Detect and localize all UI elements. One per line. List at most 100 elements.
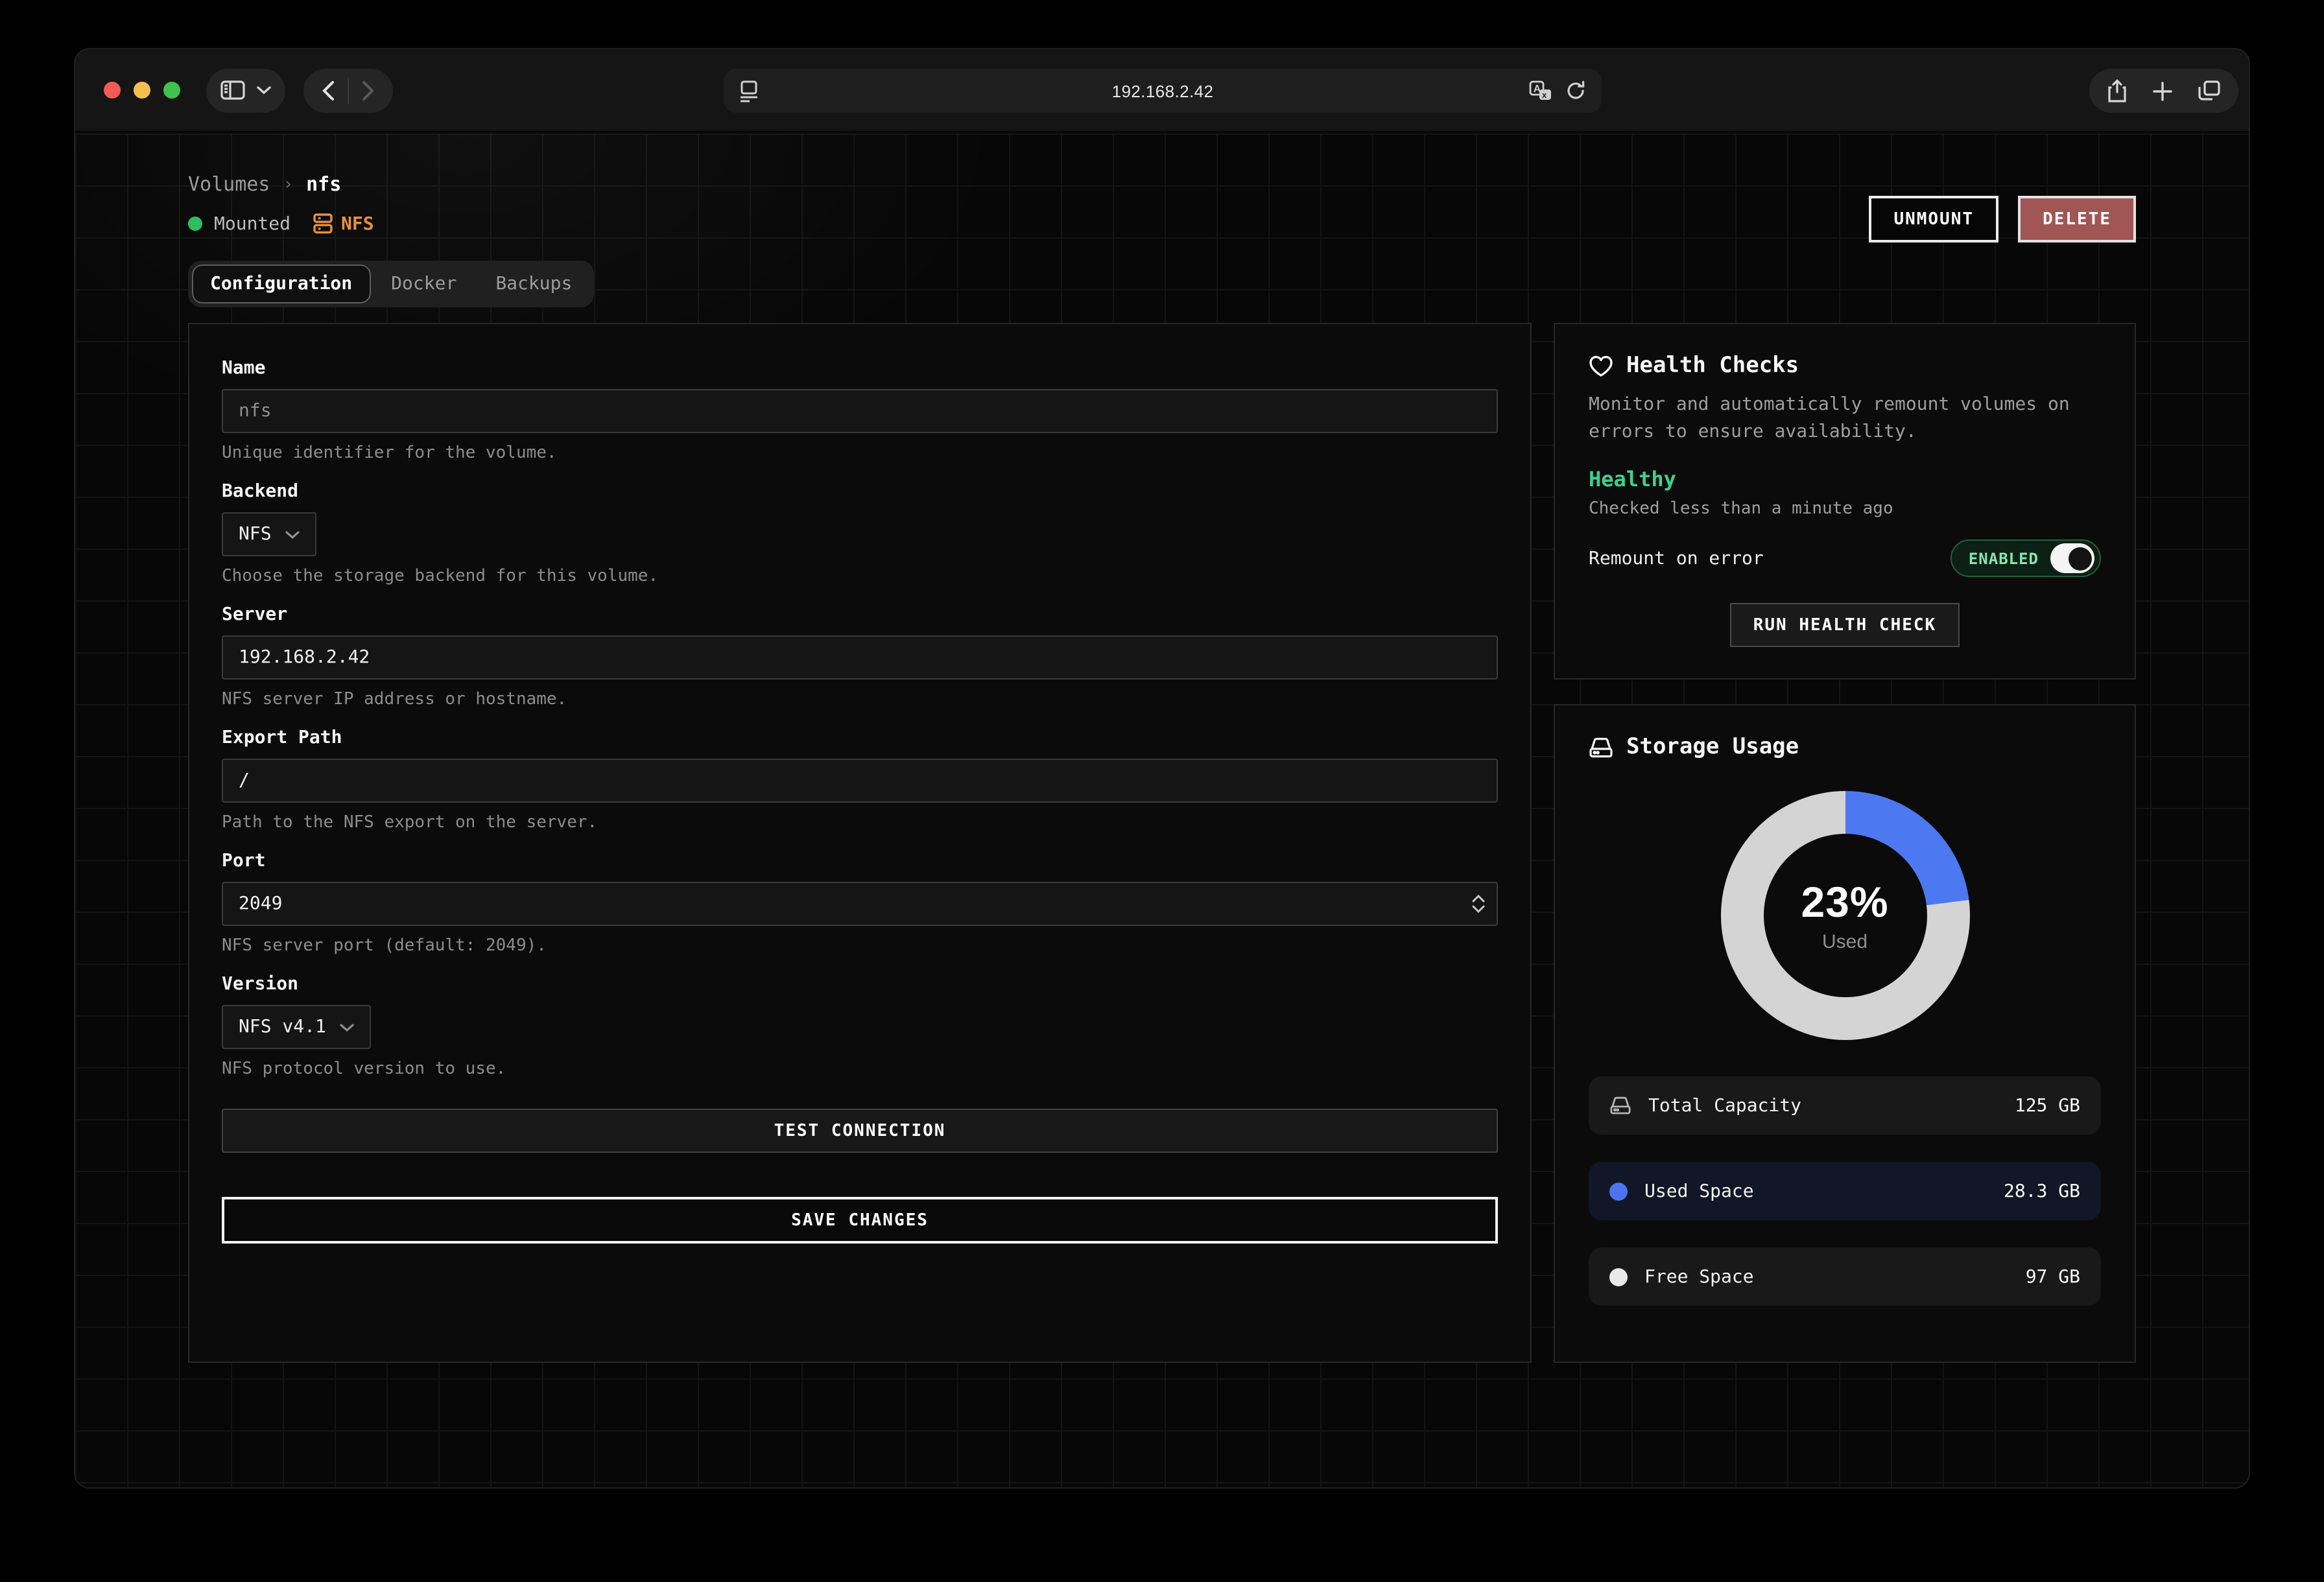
field-port: Port NFS server port (default: 2049).	[222, 851, 1498, 956]
test-connection-button[interactable]: TEST CONNECTION	[222, 1109, 1498, 1153]
field-version: Version NFS v4.1 NFS protocol version to…	[222, 974, 1498, 1079]
field-backend: Backend NFS Choose the storage backend f…	[222, 481, 1498, 586]
server-stack-icon	[313, 213, 333, 235]
breadcrumb-current: nfs	[306, 172, 341, 196]
close-window-button[interactable]	[104, 82, 121, 99]
forward-button[interactable]	[349, 71, 388, 110]
used-space-row: Used Space 28.3 GB	[1589, 1162, 2101, 1220]
tab-backups[interactable]: Backups	[477, 265, 590, 303]
run-health-check-button[interactable]: RUN HEALTH CHECK	[1730, 603, 1960, 647]
remount-on-error-label: Remount on error	[1589, 548, 1764, 569]
unmount-button[interactable]: UNMOUNT	[1869, 196, 1998, 242]
health-checks-card: Health Checks Monitor and automatically …	[1554, 323, 2136, 679]
export-path-input[interactable]	[222, 759, 1498, 803]
total-capacity-label: Total Capacity	[1648, 1095, 1801, 1116]
remount-toggle-label: ENABLED	[1969, 549, 2039, 567]
traffic-lights	[104, 82, 180, 99]
server-input[interactable]	[222, 635, 1498, 679]
total-capacity-row: Total Capacity 125 GB	[1589, 1076, 2101, 1135]
free-space-legend-dot	[1609, 1268, 1628, 1286]
mounted-status-dot	[188, 217, 202, 231]
free-space-label: Free Space	[1644, 1266, 1754, 1287]
port-label: Port	[222, 851, 1498, 871]
browser-window: 192.168.2.42 A x	[74, 48, 2250, 1489]
health-last-checked: Checked less than a minute ago	[1589, 499, 2101, 519]
hard-drive-icon	[1589, 736, 1613, 758]
port-stepper-icon[interactable]	[1472, 895, 1485, 913]
tab-configuration[interactable]: Configuration	[192, 265, 370, 303]
minimize-window-button[interactable]	[134, 82, 150, 99]
remount-on-error-row: Remount on error ENABLED	[1589, 539, 2101, 577]
used-space-legend-dot	[1609, 1182, 1628, 1200]
address-bar[interactable]: 192.168.2.42 A x	[724, 69, 1602, 113]
free-space-value: 97 GB	[2026, 1266, 2080, 1287]
zoom-window-button[interactable]	[163, 82, 180, 99]
share-icon[interactable]	[2107, 78, 2127, 103]
version-select-value: NFS v4.1	[239, 1017, 326, 1037]
version-select[interactable]: NFS v4.1	[222, 1005, 372, 1049]
back-button[interactable]	[309, 71, 348, 110]
name-helper: Unique identifier for the volume.	[222, 443, 1498, 463]
backend-select-value: NFS	[239, 524, 272, 545]
storage-used-sublabel: Used	[1822, 931, 1868, 953]
tab-bar: Configuration Docker Backups	[188, 261, 594, 307]
toggle-knob	[2050, 543, 2094, 573]
backend-badge: NFS	[313, 213, 374, 235]
new-tab-icon[interactable]	[2153, 81, 2172, 100]
hard-drive-icon	[1609, 1096, 1631, 1115]
heart-icon	[1589, 355, 1613, 377]
backend-badge-label: NFS	[341, 213, 374, 234]
field-export-path: Export Path Path to the NFS export on th…	[222, 727, 1498, 832]
sidebar-icon	[220, 80, 245, 100]
storage-usage-title: Storage Usage	[1626, 734, 1799, 760]
sidebar-toggle-button[interactable]	[206, 68, 285, 112]
server-label: Server	[222, 604, 1498, 625]
delete-button[interactable]: DELETE	[2018, 196, 2136, 242]
field-server: Server NFS server IP address or hostname…	[222, 604, 1498, 709]
configuration-card: Name Unique identifier for the volume. B…	[188, 323, 1532, 1363]
backend-select[interactable]: NFS	[222, 512, 317, 556]
mounted-status-label: Mounted	[214, 213, 290, 234]
save-changes-button[interactable]: SAVE CHANGES	[222, 1197, 1498, 1244]
free-space-row: Free Space 97 GB	[1589, 1247, 2101, 1306]
reload-icon[interactable]	[1565, 80, 1586, 101]
name-label: Name	[222, 358, 1498, 379]
port-input[interactable]	[222, 882, 1498, 926]
health-status-text: Healthy	[1589, 467, 2101, 491]
port-helper: NFS server port (default: 2049).	[222, 936, 1498, 956]
volume-status-row: Mounted NFS	[188, 213, 2136, 235]
storage-stats: Total Capacity 125 GB Used Space 28.3 GB…	[1589, 1076, 2101, 1306]
tab-overview-icon[interactable]	[2198, 80, 2220, 101]
page-content: Volumes › nfs Mounted NFS	[75, 134, 2249, 1487]
toolbar-right-buttons	[2089, 69, 2238, 113]
browser-toolbar: 192.168.2.42 A x	[75, 49, 2249, 132]
used-space-label: Used Space	[1644, 1181, 1754, 1201]
screen: 192.168.2.42 A x	[0, 0, 2324, 1582]
chevron-down-icon	[286, 530, 300, 539]
server-helper: NFS server IP address or hostname.	[222, 690, 1498, 709]
nav-buttons	[303, 68, 393, 112]
version-helper: NFS protocol version to use.	[222, 1059, 1498, 1079]
volume-actions: UNMOUNT DELETE	[1869, 196, 2136, 242]
storage-used-percent: 23%	[1801, 878, 1888, 927]
backend-helper: Choose the storage backend for this volu…	[222, 567, 1498, 586]
remount-toggle[interactable]: ENABLED	[1950, 539, 2101, 577]
breadcrumb: Volumes › nfs	[188, 172, 2136, 196]
name-input[interactable]	[222, 389, 1498, 433]
field-name: Name Unique identifier for the volume.	[222, 358, 1498, 463]
chevron-down-icon	[340, 1022, 355, 1032]
breadcrumb-separator: ›	[283, 174, 293, 194]
backend-label: Backend	[222, 481, 1498, 502]
translate-icon[interactable]: A x	[1529, 80, 1552, 101]
health-checks-description: Monitor and automatically remount volume…	[1589, 392, 2101, 446]
health-checks-title: Health Checks	[1626, 353, 1799, 379]
tab-docker[interactable]: Docker	[373, 265, 475, 303]
storage-donut-chart: 23% Used	[1720, 791, 1969, 1040]
svg-text:x: x	[1542, 90, 1547, 100]
version-label: Version	[222, 974, 1498, 995]
breadcrumb-volumes-link[interactable]: Volumes	[188, 172, 270, 196]
used-space-value: 28.3 GB	[2004, 1181, 2080, 1201]
export-path-helper: Path to the NFS export on the server.	[222, 813, 1498, 832]
chevron-down-icon	[257, 86, 271, 95]
storage-usage-card: Storage Usage 23% Used	[1554, 704, 2136, 1363]
